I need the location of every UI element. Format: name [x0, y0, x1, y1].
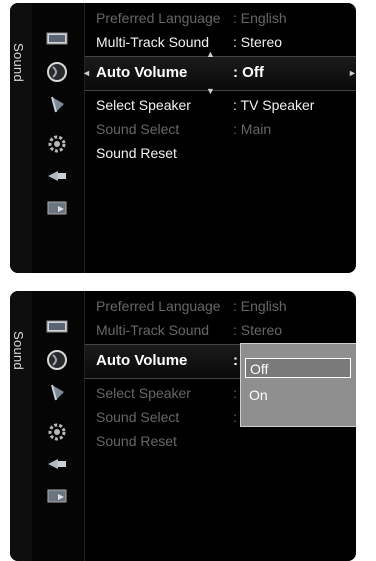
menu-item-label: Select Speaker	[96, 385, 191, 401]
menu-item-value: : English	[233, 10, 287, 26]
setup-icon[interactable]	[44, 421, 70, 443]
menu-item-label: Multi-Track Sound	[96, 34, 210, 50]
menu-item-label: Sound Reset	[96, 145, 177, 161]
sound-menu-panel-2: Sound Preferred Language : English Multi…	[10, 291, 356, 561]
menu-item-value: :	[233, 409, 237, 425]
channel-icon[interactable]	[44, 93, 70, 115]
application-icon[interactable]	[44, 197, 70, 219]
menu-tab-strip: Sound	[10, 291, 33, 561]
menu-tab-label: Sound	[11, 43, 26, 83]
menu-icon-column	[32, 291, 85, 561]
menu-item-value: :	[233, 385, 237, 401]
menu-item-label: Auto Volume	[96, 64, 188, 81]
menu-item-value: : Off	[233, 64, 264, 81]
menu-item-value: : Stereo	[233, 34, 283, 50]
menu-item-value: : TV Speaker	[233, 97, 315, 113]
auto-volume-dropdown[interactable]: Off On	[240, 343, 356, 427]
menu-icon-column	[32, 3, 85, 273]
menu-item-value: :	[233, 352, 238, 369]
input-icon[interactable]	[44, 453, 70, 475]
menu-item-value: : Main	[233, 121, 272, 137]
sound-icon[interactable]	[44, 61, 70, 83]
menu-item-label: Preferred Language	[96, 298, 221, 314]
channel-icon[interactable]	[44, 381, 70, 403]
dropdown-option-on[interactable]: On	[245, 385, 351, 405]
up-arrow-icon: ▲	[206, 49, 215, 59]
menu-item-label: Sound Select	[96, 121, 180, 137]
menu-item-label: Select Speaker	[96, 97, 191, 113]
left-arrow-icon[interactable]: ◄	[82, 68, 91, 78]
menu-item-value: : Stereo	[233, 322, 283, 338]
sound-menu-panel-1: Sound Preferred Language : English Multi…	[10, 3, 356, 273]
down-arrow-icon: ▼	[206, 86, 215, 96]
menu-item-label: Multi-Track Sound	[96, 322, 210, 338]
menu-tab-strip: Sound	[10, 3, 33, 273]
right-arrow-icon[interactable]: ►	[348, 68, 356, 78]
dropdown-option-off[interactable]: Off	[245, 358, 351, 378]
menu-content: Preferred Language : English Multi-Track…	[82, 3, 356, 273]
menu-tab-label: Sound	[11, 331, 26, 371]
menu-item-label: Auto Volume	[96, 352, 188, 369]
menu-item-value: : English	[233, 298, 287, 314]
menu-item-label: Preferred Language	[96, 10, 221, 26]
application-icon[interactable]	[44, 485, 70, 507]
input-icon[interactable]	[44, 165, 70, 187]
sound-icon[interactable]	[44, 349, 70, 371]
picture-icon[interactable]	[44, 28, 70, 50]
picture-icon[interactable]	[44, 316, 70, 338]
menu-item-label: Sound Select	[96, 409, 180, 425]
menu-item-label: Sound Reset	[96, 433, 177, 449]
setup-icon[interactable]	[44, 133, 70, 155]
